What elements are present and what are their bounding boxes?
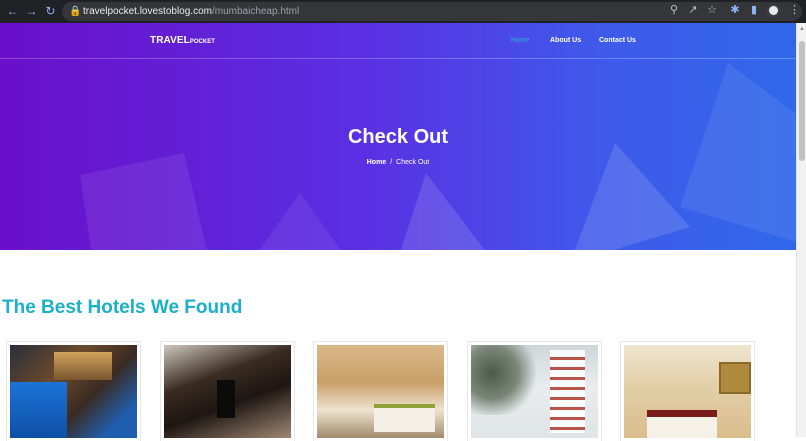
hotel-card[interactable] — [160, 341, 295, 441]
hotel-image[interactable] — [10, 345, 137, 438]
hotel-card[interactable] — [467, 341, 602, 441]
extensions-icon[interactable]: ✱ — [728, 3, 742, 17]
site-logo[interactable]: TRAVELPOCKET — [150, 35, 215, 48]
hotel-image[interactable] — [317, 345, 444, 438]
breadcrumb-home-link[interactable]: Home — [367, 159, 386, 166]
share-icon[interactable]: ↗ — [686, 3, 700, 17]
section-heading: The Best Hotels We Found — [2, 297, 243, 318]
menu-dots-icon[interactable]: ⋮ — [789, 3, 800, 17]
forward-arrow-icon[interactable]: → — [24, 4, 39, 19]
hotel-card[interactable] — [6, 341, 141, 441]
logo-main-text: TRAVEL — [150, 35, 190, 46]
scroll-up-arrow-icon[interactable]: ▲ — [799, 25, 805, 33]
lock-icon[interactable]: 🔒 — [69, 5, 81, 18]
hero-banner: TRAVELPOCKET Home About Us Contact Us Ch… — [0, 23, 796, 250]
breadcrumb-current: Check Out — [396, 159, 430, 166]
reload-icon[interactable]: ↻ — [43, 4, 58, 19]
url-path: /mumbaicheap.html — [211, 6, 300, 17]
hotel-card[interactable] — [620, 341, 755, 441]
nav-link-contact[interactable]: Contact Us — [599, 36, 636, 46]
hotel-image[interactable] — [471, 345, 598, 438]
hero-decor-shape — [390, 173, 510, 250]
zoom-icon[interactable]: ⚲ — [667, 3, 681, 17]
hotel-card[interactable] — [313, 341, 448, 441]
breadcrumb-separator: / — [390, 159, 393, 166]
browser-toolbar: ← → ↻ 🔒 travelpocket.lovestoblog.com/mum… — [0, 0, 806, 23]
page-title: Check Out — [347, 126, 449, 148]
nav-link-about[interactable]: About Us — [550, 36, 581, 46]
hero-decor-shape — [250, 193, 350, 250]
site-navbar: TRAVELPOCKET Home About Us Contact Us — [0, 23, 796, 59]
hotel-image[interactable] — [624, 345, 752, 438]
nav-link-home[interactable]: Home — [511, 36, 530, 46]
breadcrumb: Home / Check Out — [0, 158, 796, 168]
url-host: travelpocket.lovestoblog.com — [83, 6, 212, 17]
hotel-image[interactable] — [164, 345, 291, 438]
back-arrow-icon[interactable]: ← — [5, 4, 20, 19]
logo-sub-text: POCKET — [189, 39, 215, 45]
profile-avatar[interactable] — [767, 4, 780, 17]
url-text[interactable]: travelpocket.lovestoblog.com/mumbaicheap… — [83, 4, 299, 19]
scrollbar-thumb[interactable] — [799, 41, 805, 161]
star-icon[interactable]: ☆ — [705, 3, 719, 17]
page-scrollbar[interactable]: ▲ — [796, 23, 806, 437]
hero-decor-shape — [680, 63, 796, 243]
side-panel-icon[interactable]: ▮ — [747, 3, 761, 17]
